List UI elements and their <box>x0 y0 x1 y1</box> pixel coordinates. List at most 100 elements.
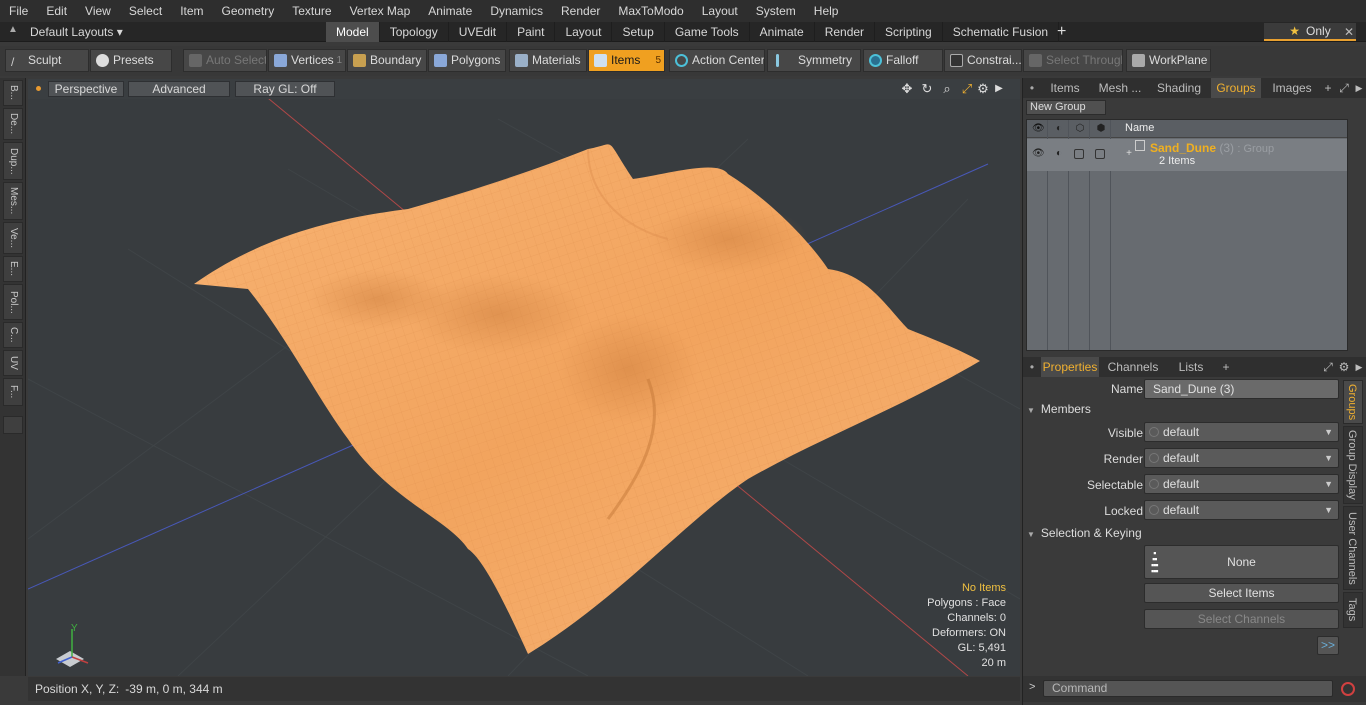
tab-setup[interactable]: Setup <box>612 22 665 42</box>
menu-system[interactable]: System <box>747 0 805 22</box>
materials-button[interactable]: Materials <box>509 49 587 72</box>
viewport-menu-dot-icon[interactable] <box>36 86 41 91</box>
tab-schematic-fusion[interactable]: Schematic Fusion <box>943 22 1060 42</box>
left-tab-expand[interactable] <box>3 416 23 434</box>
move-view-icon[interactable]: ✥ <box>899 81 915 97</box>
row-render-icon[interactable]: ◐ <box>1053 148 1065 160</box>
record-macro-icon[interactable] <box>1341 682 1355 696</box>
viewport-expand-arrow-icon[interactable]: ▶ <box>991 81 1007 97</box>
close-icon[interactable]: ✕ <box>1344 22 1360 42</box>
vertices-button[interactable]: Vertices 1 <box>268 49 346 72</box>
menu-file[interactable]: File <box>0 0 37 22</box>
add-panel-tab-icon[interactable]: + <box>1321 78 1335 98</box>
select-items-button[interactable]: Select Items <box>1144 583 1339 603</box>
members-section[interactable]: ▼ Members <box>1027 402 1343 418</box>
menu-geometry[interactable]: Geometry <box>213 0 284 22</box>
3d-viewport[interactable]: Y Perspective Advanced Ray GL: Off ✥ ↻ ⌕… <box>28 79 1020 676</box>
tab-shading[interactable]: Shading <box>1151 78 1207 98</box>
left-tab-9[interactable]: UV <box>3 350 23 376</box>
left-tab-10[interactable]: F... <box>3 378 23 406</box>
menu-animate[interactable]: Animate <box>419 0 481 22</box>
symmetry-button[interactable]: Symmetry <box>767 49 861 72</box>
workplane-button[interactable]: WorkPlane <box>1126 49 1211 72</box>
tab-uvedit[interactable]: UVEdit <box>449 22 508 42</box>
locked-select[interactable]: default ▼ <box>1144 500 1339 520</box>
menu-item[interactable]: Item <box>171 0 212 22</box>
selectable-select[interactable]: default ▼ <box>1144 474 1339 494</box>
left-tab-5[interactable]: Ve... <box>3 222 23 254</box>
tab-topology[interactable]: Topology <box>380 22 449 42</box>
only-button[interactable]: ★ Only <box>1264 23 1356 41</box>
falloff-button[interactable]: Falloff <box>863 49 943 72</box>
new-group-button[interactable]: New Group <box>1026 100 1106 115</box>
tab-groups[interactable]: Groups <box>1211 78 1261 98</box>
presets-button[interactable]: Presets <box>90 49 172 72</box>
name-column-header[interactable]: Name <box>1125 122 1154 134</box>
expand-plus-icon[interactable]: + <box>1123 148 1135 160</box>
left-tab-1[interactable]: B... <box>3 80 23 106</box>
tab-render[interactable]: Render <box>815 22 876 42</box>
outliner-menu-dot-icon[interactable]: • <box>1027 78 1037 98</box>
add-tab-icon[interactable]: + <box>1057 22 1073 42</box>
menu-dynamics[interactable]: Dynamics <box>481 0 552 22</box>
perspective-button[interactable]: Perspective <box>48 81 124 97</box>
left-tab-8[interactable]: C... <box>3 322 23 348</box>
menu-render[interactable]: Render <box>552 0 609 22</box>
left-tab-6[interactable]: E... <box>3 256 23 282</box>
tab-paint[interactable]: Paint <box>507 22 556 42</box>
side-tab-group-display[interactable]: Group Display <box>1343 426 1363 504</box>
panel-maximize-icon[interactable]: ⤢ <box>1337 78 1351 98</box>
collapse-up-icon[interactable]: ▲ <box>8 24 22 40</box>
tab-animate[interactable]: Animate <box>750 22 815 42</box>
row-selectable-checkbox[interactable] <box>1074 149 1084 159</box>
left-tab-3[interactable]: Dup... <box>3 142 23 180</box>
select-channels-button[interactable]: Select Channels <box>1144 609 1339 629</box>
auto-select-button[interactable]: Auto Select <box>183 49 267 72</box>
menu-view[interactable]: View <box>76 0 120 22</box>
selection-keying-section[interactable]: ▼ Selection & Keying <box>1027 526 1343 542</box>
tab-lists[interactable]: Lists <box>1167 357 1215 377</box>
menu-texture[interactable]: Texture <box>283 0 340 22</box>
group-row-sand-dune[interactable]: 👁 ◐ + Sand_Dune (3) : Group 2 Items <box>1027 139 1347 171</box>
side-tab-tags[interactable]: Tags <box>1343 592 1363 628</box>
viewport-settings-gear-icon[interactable]: ⚙ <box>975 81 991 97</box>
props-arrow-icon[interactable]: ▶ <box>1353 357 1365 377</box>
maximize-view-icon[interactable]: ⤢ <box>959 81 975 97</box>
menu-edit[interactable]: Edit <box>37 0 76 22</box>
add-prop-tab-icon[interactable]: + <box>1219 357 1233 377</box>
tab-layout[interactable]: Layout <box>555 22 613 42</box>
command-input[interactable]: Command <box>1043 680 1333 697</box>
selectable-icon[interactable]: ⬡ <box>1074 123 1086 135</box>
select-through-button[interactable]: Select Through <box>1023 49 1123 72</box>
props-maximize-icon[interactable]: ⤢ <box>1321 357 1335 377</box>
row-visibility-eye-icon[interactable]: 👁 <box>1032 148 1045 160</box>
tab-images[interactable]: Images <box>1265 78 1319 98</box>
zoom-view-icon[interactable]: ⌕ <box>939 81 955 97</box>
polygons-button[interactable]: Polygons <box>428 49 506 72</box>
menu-vertex-map[interactable]: Vertex Map <box>341 0 420 22</box>
constraints-button[interactable]: Constrai... <box>944 49 1022 72</box>
menu-layout[interactable]: Layout <box>693 0 747 22</box>
render-icon[interactable]: ◐ <box>1053 123 1065 135</box>
tab-game-tools[interactable]: Game Tools <box>665 22 750 42</box>
items-button[interactable]: Items 5 <box>588 49 665 72</box>
menu-maxtomodo[interactable]: MaxToModo <box>609 0 692 22</box>
left-tab-2[interactable]: De... <box>3 108 23 140</box>
side-tab-user-channels[interactable]: User Channels <box>1343 506 1363 590</box>
render-select[interactable]: default ▼ <box>1144 448 1339 468</box>
tab-properties[interactable]: Properties <box>1041 357 1099 377</box>
keying-none-button[interactable]: ▪ ▪▪ ▪▪▪ ▪▪▪ None <box>1144 545 1339 579</box>
sculpt-button[interactable]: / Sculpt <box>5 49 89 72</box>
boundary-button[interactable]: Boundary <box>347 49 427 72</box>
name-field[interactable]: Sand_Dune (3) <box>1144 379 1339 399</box>
scene-canvas[interactable]: Y <box>28 79 1020 676</box>
tab-channels[interactable]: Channels <box>1103 357 1163 377</box>
menu-help[interactable]: Help <box>805 0 848 22</box>
locked-icon[interactable]: ⬢ <box>1095 123 1107 135</box>
advanced-button[interactable]: Advanced <box>128 81 230 97</box>
tab-mesh[interactable]: Mesh ... <box>1093 78 1147 98</box>
props-settings-gear-icon[interactable]: ⚙ <box>1337 357 1351 377</box>
row-locked-checkbox[interactable] <box>1095 149 1105 159</box>
tab-scripting[interactable]: Scripting <box>875 22 943 42</box>
raygl-button[interactable]: Ray GL: Off <box>235 81 335 97</box>
